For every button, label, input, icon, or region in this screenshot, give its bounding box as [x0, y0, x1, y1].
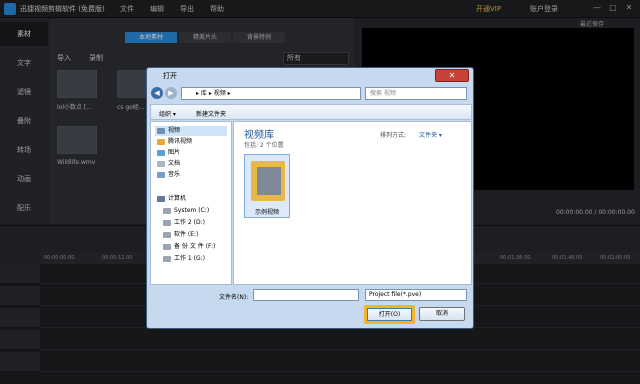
- filename-label: 文件名(N):: [219, 294, 249, 301]
- video-library-icon: [157, 127, 165, 134]
- nav-drive-e[interactable]: 软件 (E:): [163, 230, 198, 240]
- dialog-close-button[interactable]: ✕: [435, 69, 469, 82]
- drive-icon: [163, 219, 171, 226]
- new-folder-button[interactable]: 新建文件夹: [196, 109, 226, 118]
- address-bar[interactable]: ▸ 库 ▸ 视频 ▸: [181, 87, 361, 100]
- dialog-title: 打开: [163, 72, 177, 80]
- file-list-pane: 视频库 包括: 2 个位置 排列方式: 文件夹 ▾ 示例视频: [233, 121, 472, 285]
- nav-drive-c[interactable]: System (C:): [163, 206, 209, 216]
- library-title: 视频库: [244, 130, 274, 141]
- library-subtitle: 包括: 2 个位置: [244, 142, 284, 149]
- cancel-button[interactable]: 取消: [419, 307, 465, 321]
- folder-icon: [157, 138, 165, 145]
- filename-input[interactable]: [253, 289, 359, 301]
- drive-icon: [163, 231, 171, 238]
- computer-icon: [157, 195, 165, 202]
- video-preview-icon: [257, 167, 281, 195]
- forward-arrow-icon[interactable]: ▶: [165, 87, 177, 99]
- drive-icon: [163, 255, 171, 262]
- nav-computer[interactable]: 计算机: [157, 194, 186, 204]
- nav-documents[interactable]: 文档: [157, 159, 180, 169]
- open-file-dialog: 打开 ✕ ◀ ▶ ▸ 库 ▸ 视频 ▸ 搜索 视频 组织 ▾ 新建文件夹 视频 …: [146, 67, 474, 329]
- drive-icon: [163, 243, 171, 250]
- organize-button[interactable]: 组织 ▾: [159, 109, 176, 118]
- sort-label: 排列方式:: [380, 132, 407, 139]
- navigation-pane: 视频 腾讯视频 图片 文档 音乐 计算机 System (C:) 工作 2 (D…: [150, 121, 232, 285]
- nav-music[interactable]: 音乐: [157, 170, 180, 180]
- nav-drive-f[interactable]: 备 份 文 件 (F:): [163, 242, 215, 252]
- search-input[interactable]: 搜索 视频: [365, 87, 467, 100]
- music-icon: [157, 171, 165, 178]
- open-button-highlight: 打开(O): [364, 305, 415, 324]
- filetype-select[interactable]: Project file(*.pve): [365, 289, 467, 301]
- sort-dropdown[interactable]: 文件夹 ▾: [419, 130, 442, 139]
- nav-tencent-video[interactable]: 腾讯视频: [157, 137, 192, 147]
- open-button[interactable]: 打开(O): [367, 308, 412, 321]
- back-arrow-icon[interactable]: ◀: [151, 87, 163, 99]
- command-bar: 组织 ▾ 新建文件夹: [150, 104, 472, 120]
- documents-icon: [157, 160, 165, 167]
- pictures-icon: [157, 149, 165, 156]
- nav-drive-d[interactable]: 工作 2 (D:): [163, 218, 205, 228]
- nav-drive-g[interactable]: 工作 1 (G:): [163, 254, 205, 264]
- nav-pictures[interactable]: 图片: [157, 148, 180, 158]
- nav-video[interactable]: 视频: [155, 126, 227, 136]
- folder-item[interactable]: 示例视频: [244, 154, 290, 218]
- drive-icon: [163, 207, 171, 214]
- folder-label: 示例视频: [254, 209, 279, 216]
